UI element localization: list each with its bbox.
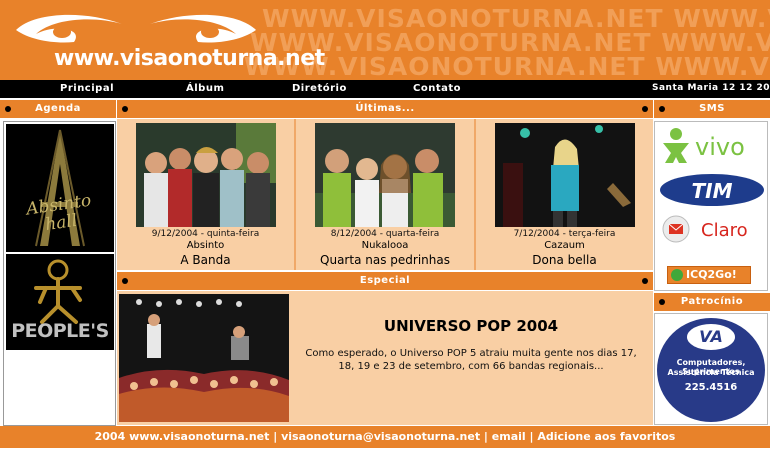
bullet-icon [642,106,648,112]
sms-label: vivo [695,133,745,161]
especial-photo[interactable] [119,294,289,422]
event-date: 9/12/2004 - quinta-feira [151,229,260,239]
photo-image [119,294,289,422]
nav-date: Santa Maria 12 12 2004 [652,83,770,93]
patrocinio-header: Patrocínio [654,293,770,311]
ultimas-item[interactable]: 7/12/2004 - terça-feira Cazaum Dona bell… [476,119,653,270]
ultimas-header: Últimas... [117,100,653,118]
event-photo[interactable] [315,123,455,227]
photo-image [136,123,276,227]
sponsor-ad[interactable]: VA Computadores, Suprimentos Assistência… [657,318,765,422]
sms-panel: vivo TIM Claro ICQ2Go! [654,121,768,291]
photo-image [495,123,635,227]
ultimas-grid: 9/12/2004 - quinta-feira Absinto A Banda… [117,119,653,270]
especial-panel: UNIVERSO POP 2004 Como esperado, o Unive… [117,291,653,425]
sms-label: ICQ2Go! [686,268,737,281]
event-title[interactable]: A Banda [117,253,294,267]
patrocinio-title: Patrocínio [680,296,744,307]
agenda-column: Absinto hall PEOPLE'S [3,121,116,426]
sms-header: SMS [654,100,770,118]
nav-item-contato[interactable]: Contato [413,83,461,94]
agenda-ad-label: PEOPLE'S [11,320,109,342]
sms-tim[interactable]: TIM [660,174,764,206]
event-title[interactable]: Quarta nas pedrinhas [296,253,474,267]
eye-logo-icon [150,14,256,43]
sms-label: TIM [691,179,733,203]
footer-bar: 2004 www.visaonoturna.net | visaonoturna… [0,426,770,448]
event-place: Nukalooa [361,240,409,251]
footer-email-link[interactable]: email [492,430,526,443]
footer-copyright[interactable]: 2004 www.visaonoturna.net [95,430,270,443]
nav-item-principal[interactable]: Principal [60,83,114,94]
agenda-title: Agenda [35,103,81,114]
sms-claro[interactable]: Claro [659,214,763,246]
especial-title: Especial [359,275,411,286]
bullet-icon [122,106,128,112]
nav-item-album[interactable]: Álbum [186,83,224,94]
especial-header: Especial [117,272,653,290]
footer-email-address[interactable]: visaonoturna@visaonoturna.net [281,430,480,443]
photo-image [315,123,455,227]
ultimas-title: Últimas... [355,103,415,114]
bullet-icon [642,278,648,284]
sponsor-line2: Assistência Técnica [667,368,755,377]
bullet-icon [5,106,11,112]
bullet-icon [122,278,128,284]
event-photo[interactable] [136,123,276,227]
event-date: 8/12/2004 - quarta-feira [330,229,440,239]
page: WWW.VISAONOTURNA.NET WWW.VISAONOTURNA.NE… [0,0,770,450]
especial-title-text[interactable]: UNIVERSO POP 2004 [301,317,641,335]
footer-separator: | [483,430,492,443]
sms-title: SMS [699,103,725,114]
sms-icq[interactable]: ICQ2Go! [667,266,751,284]
especial-description: Como esperado, o Universo POP 5 atraiu m… [305,348,637,372]
claro-mail-icon [662,215,690,243]
agenda-ad-absinto[interactable]: Absinto hall [6,124,114,252]
nav-item-diretorio[interactable]: Diretório [292,83,347,94]
main-nav: Principal Álbum Diretório Contato Santa … [0,80,770,98]
event-place: Absinto [186,240,225,251]
vivo-logo-icon [663,128,689,163]
site-logo[interactable]: www.visaonoturna.net [54,46,325,71]
icq-flower-icon [671,269,683,281]
ultimas-item[interactable]: 8/12/2004 - quarta-feira Nukalooa Quarta… [296,119,474,270]
agenda-ad-peoples[interactable]: PEOPLE'S [6,254,114,350]
event-photo[interactable] [495,123,635,227]
event-title[interactable]: Dona bella [476,253,653,267]
sponsor-phone: 225.4516 [684,382,738,393]
event-date: 7/12/2004 - terça-feira [513,229,616,239]
footer-separator: | [273,430,282,443]
header-banner: WWW.VISAONOTURNA.NET WWW.VISAONOTURNA.NE… [0,0,770,80]
bullet-icon [659,106,665,112]
sms-label: Claro [701,220,748,241]
event-place: Cazaum [544,240,585,251]
footer-favorites-link[interactable]: Adicione aos favoritos [537,430,675,443]
eye-logo-icon [16,14,122,43]
patrocinio-panel: VA Computadores, Suprimentos Assistência… [654,313,768,425]
sms-vivo[interactable]: vivo [659,126,763,166]
sponsor-logo: VA [687,324,735,350]
bullet-icon [659,299,665,305]
agenda-header: Agenda [0,100,116,118]
ultimas-item[interactable]: 9/12/2004 - quinta-feira Absinto A Banda [117,119,294,270]
